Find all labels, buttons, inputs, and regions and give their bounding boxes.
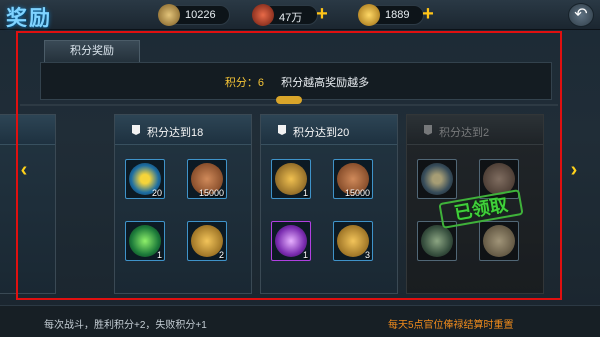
- footer: 每次战斗，胜利积分+2，失败积分+1 每天5点官位俸禄结算时重置: [0, 305, 600, 337]
- silver-resource: 10226: [158, 4, 230, 26]
- highlight-frame: [16, 31, 562, 300]
- gold-resource: 1889 +: [358, 4, 434, 26]
- page-title: 奖励: [6, 5, 52, 30]
- scroll-right-arrow[interactable]: ›: [566, 160, 582, 180]
- silver-ingot-icon: [158, 4, 180, 26]
- silver-amount: 10226: [185, 9, 216, 21]
- score-rule-text: 每次战斗，胜利积分+2，失败积分+1: [44, 320, 207, 331]
- gold-ingot-icon: [358, 4, 380, 26]
- coin-amount: 47万: [279, 12, 303, 24]
- copper-coin-icon: [252, 4, 274, 26]
- gold-amount: 1889: [385, 9, 410, 21]
- add-gold-button[interactable]: +: [419, 4, 437, 24]
- back-button[interactable]: ↶: [568, 3, 594, 27]
- top-bar: 奖励 10226 47万 + 1889 + ↶: [0, 0, 600, 30]
- reward-screen: { "header": { "title": "奖励", "resources"…: [0, 0, 600, 337]
- coin-resource: 47万 +: [252, 4, 328, 26]
- add-coin-button[interactable]: +: [313, 4, 331, 24]
- reset-notice-text: 每天5点官位俸禄结算时重置: [388, 320, 514, 331]
